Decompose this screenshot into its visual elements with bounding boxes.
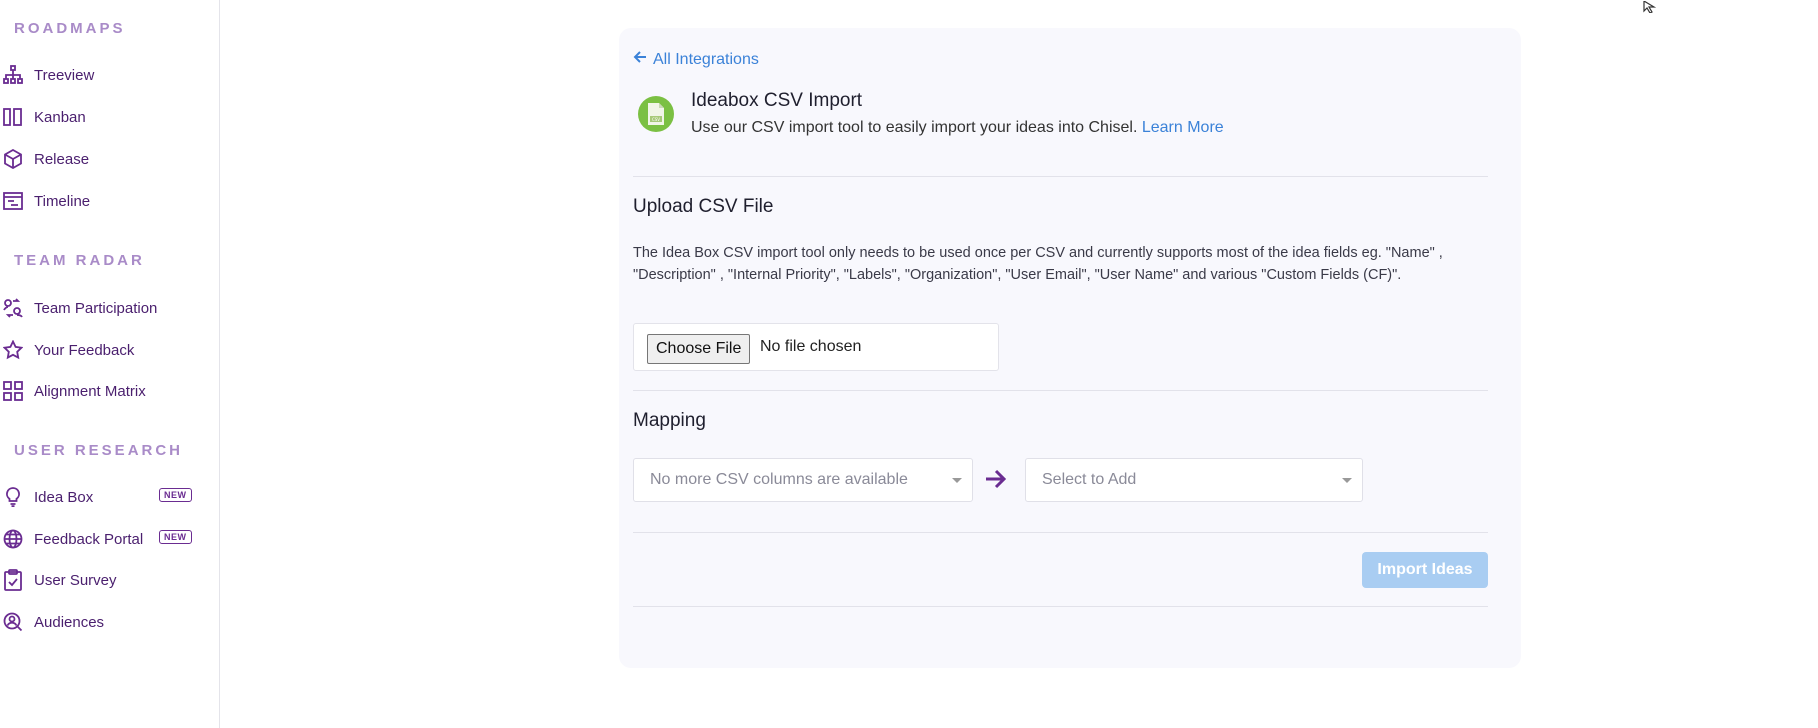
- sidebar-item-your-feedback[interactable]: Your Feedback: [0, 337, 215, 363]
- sidebar-item-treeview[interactable]: Treeview: [0, 62, 215, 88]
- clipboard-check-icon: [2, 569, 24, 591]
- sidebar-item-label: Your Feedback: [34, 341, 135, 359]
- section-title-team-radar: TEAM RADAR: [14, 252, 145, 269]
- sidebar-item-team-participation[interactable]: Team Participation: [0, 295, 215, 321]
- team-icon: [2, 297, 24, 319]
- sidebar-item-feedback-portal[interactable]: Feedback Portal NEW: [0, 526, 215, 552]
- divider: [633, 390, 1488, 391]
- target-field-select-value: Select to Add: [1042, 471, 1137, 488]
- mapping-heading: Mapping: [633, 410, 706, 431]
- sidebar-item-label: Release: [34, 150, 90, 168]
- sidebar-item-release[interactable]: Release: [0, 146, 215, 172]
- sidebar-item-label: Kanban: [34, 108, 86, 126]
- sidebar-item-timeline[interactable]: Timeline: [0, 188, 215, 214]
- divider: [633, 176, 1488, 177]
- sidebar-item-label: Alignment Matrix: [34, 382, 146, 400]
- lightbulb-icon: [2, 486, 24, 508]
- new-badge: NEW: [159, 488, 192, 502]
- arrow-left-icon: [633, 50, 647, 69]
- upload-description: The Idea Box CSV import tool only needs …: [633, 245, 1443, 283]
- sidebar: ROADMAPS Treeview Kanban Release Timelin…: [0, 0, 220, 728]
- integration-description: Use our CSV import tool to easily import…: [691, 119, 1224, 137]
- chevron-down-icon: [952, 478, 962, 483]
- section-title-user-research: USER RESEARCH: [14, 442, 184, 459]
- grid-icon: [2, 380, 24, 402]
- mouse-cursor-icon: [1643, 0, 1665, 18]
- import-ideas-button[interactable]: Import Ideas: [1362, 552, 1488, 588]
- sidebar-item-audiences[interactable]: Audiences: [0, 609, 215, 635]
- divider: [633, 532, 1488, 533]
- sidebar-item-label: Timeline: [34, 192, 91, 210]
- divider: [633, 606, 1488, 607]
- file-status: No file chosen: [760, 338, 862, 355]
- target-field-select[interactable]: Select to Add: [1025, 458, 1363, 502]
- upload-heading: Upload CSV File: [633, 196, 774, 217]
- timeline-icon: [2, 190, 24, 212]
- csv-file-icon: CSV: [638, 96, 674, 132]
- sidebar-item-label: Feedback Portal: [34, 530, 144, 548]
- learn-more-link[interactable]: Learn More: [1142, 119, 1224, 136]
- sidebar-item-label: Audiences: [34, 613, 105, 631]
- hierarchy-icon: [2, 64, 24, 86]
- sidebar-item-label: Team Participation: [34, 299, 158, 317]
- back-link-label: All Integrations: [653, 50, 759, 68]
- kanban-icon: [2, 106, 24, 128]
- box-icon: [2, 148, 24, 170]
- svg-text:CSV: CSV: [652, 117, 660, 122]
- chevron-down-icon: [1342, 478, 1352, 483]
- arrow-right-icon: [984, 468, 1008, 495]
- sidebar-item-kanban[interactable]: Kanban: [0, 104, 215, 130]
- globe-icon: [2, 528, 24, 550]
- sidebar-item-idea-box[interactable]: Idea Box NEW: [0, 484, 215, 510]
- csv-column-select-value: No more CSV columns are available: [650, 471, 908, 488]
- csv-column-select[interactable]: No more CSV columns are available: [633, 458, 973, 502]
- sidebar-item-label: Treeview: [34, 66, 95, 84]
- user-search-icon: [2, 611, 24, 633]
- sidebar-item-user-survey[interactable]: User Survey: [0, 567, 215, 593]
- star-icon: [2, 339, 24, 361]
- back-to-integrations-link[interactable]: All Integrations: [633, 50, 759, 69]
- file-input[interactable]: Choose File No file chosen: [633, 323, 999, 371]
- section-title-roadmaps: ROADMAPS: [14, 20, 126, 37]
- integration-title: Ideabox CSV Import: [691, 90, 863, 111]
- choose-file-button[interactable]: Choose File: [647, 334, 751, 364]
- integration-card: All Integrations CSV Ideabox CSV Import …: [619, 28, 1521, 668]
- sidebar-item-label: Idea Box: [34, 488, 94, 506]
- sidebar-item-label: User Survey: [34, 571, 117, 589]
- new-badge: NEW: [159, 530, 192, 544]
- integration-description-text: Use our CSV import tool to easily import…: [691, 119, 1138, 136]
- sidebar-item-alignment-matrix[interactable]: Alignment Matrix: [0, 378, 215, 404]
